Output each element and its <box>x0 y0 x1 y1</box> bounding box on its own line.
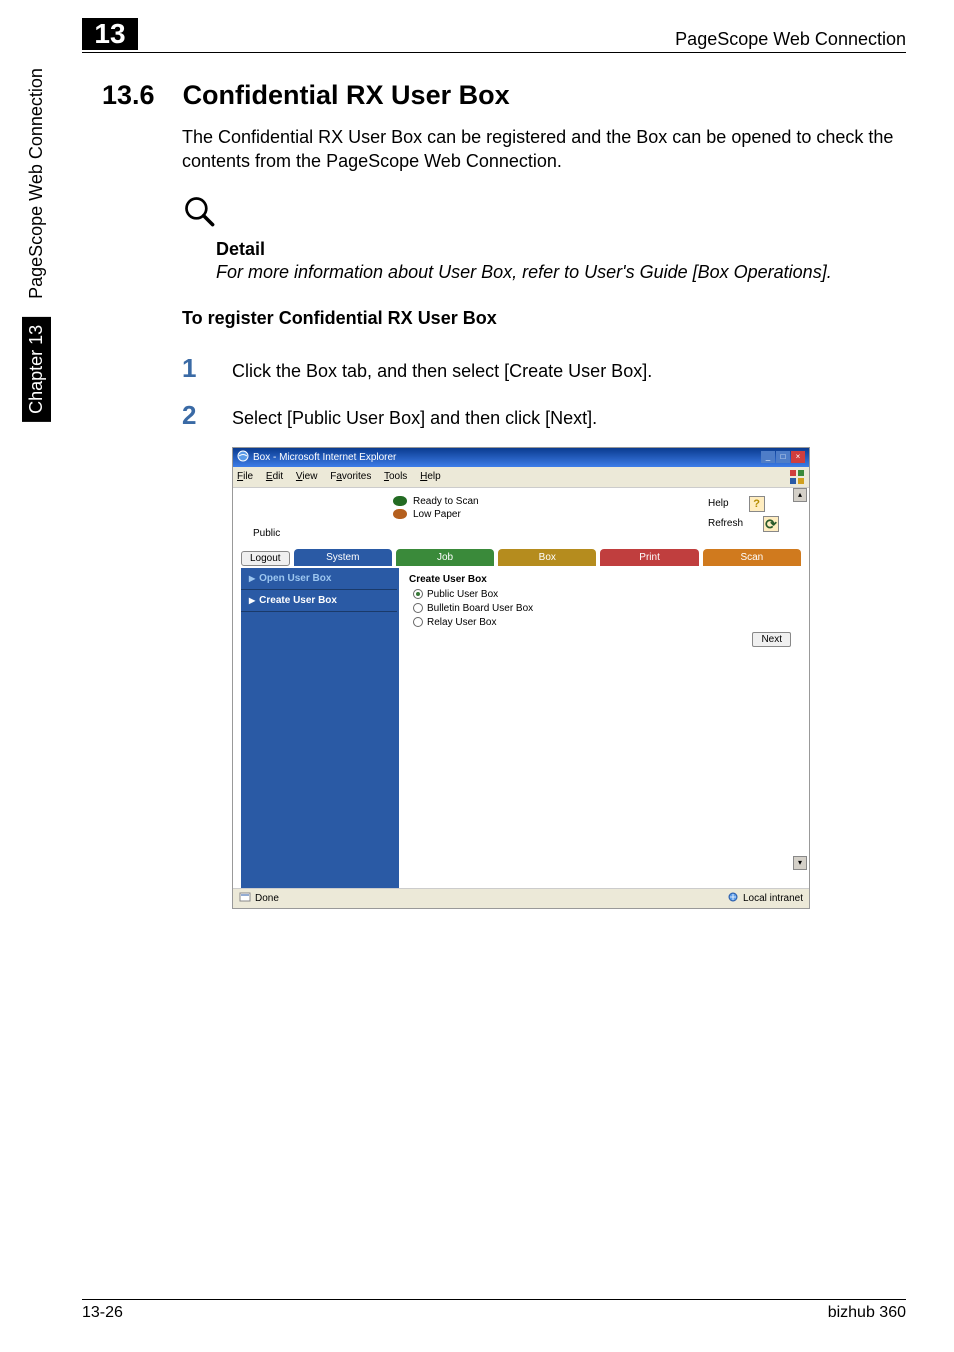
help-icon[interactable]: ? <box>749 496 765 512</box>
radio-public-label: Public User Box <box>427 589 498 600</box>
radio-selected-icon <box>413 589 423 599</box>
tab-row: Logout System Job Box Print Scan <box>241 549 801 566</box>
close-button[interactable]: × <box>791 451 805 463</box>
step-1: 1 Click the Box tab, and then select [Cr… <box>182 353 906 384</box>
radio-bulletin-user-box[interactable]: Bulletin Board User Box <box>413 603 791 614</box>
page-header: 13 PageScope Web Connection <box>82 18 906 53</box>
radio-relay-label: Relay User Box <box>427 617 496 628</box>
tab-scan[interactable]: Scan <box>703 549 801 566</box>
step-2-number: 2 <box>182 400 204 431</box>
footer-product: bizhub 360 <box>828 1304 906 1322</box>
menu-edit[interactable]: Edit <box>266 471 283 482</box>
nav-open-label: Open User Box <box>259 573 331 584</box>
tab-system[interactable]: System <box>294 549 392 566</box>
menu-tools[interactable]: Tools <box>384 471 407 482</box>
magnifier-icon <box>182 194 906 235</box>
intro-paragraph: The Confidential RX User Box can be regi… <box>182 125 906 174</box>
radio-public-user-box[interactable]: Public User Box <box>413 589 791 600</box>
nav-create-label: Create User Box <box>259 595 337 606</box>
menu-file[interactable]: File <box>237 471 253 482</box>
status-lowpaper-text: Low Paper <box>413 509 461 520</box>
vertical-page-label: Chapter 13 PageScope Web Connection <box>22 60 51 422</box>
detail-label: Detail <box>216 239 906 260</box>
radio-relay-user-box[interactable]: Relay User Box <box>413 617 791 628</box>
menu-help[interactable]: Help <box>420 471 441 482</box>
tab-job[interactable]: Job <box>396 549 494 566</box>
radio-bulletin-label: Bulletin Board User Box <box>427 603 533 614</box>
nav-create-user-box[interactable]: ▶ Create User Box <box>241 590 397 612</box>
low-paper-icon <box>393 509 407 519</box>
section-title-text: Confidential RX User Box <box>183 80 510 111</box>
status-intranet-text: Local intranet <box>743 893 803 904</box>
ie-app-icon <box>237 450 249 465</box>
step-2-text: Select [Public User Box] and then click … <box>232 408 597 429</box>
embedded-screenshot: Box - Microsoft Internet Explorer _ □ × … <box>232 447 810 909</box>
ie-title-bar: Box - Microsoft Internet Explorer _ □ × <box>233 448 809 467</box>
detail-text: For more information about User Box, ref… <box>216 260 906 284</box>
next-button[interactable]: Next <box>752 632 791 647</box>
page-footer: 13-26 bizhub 360 <box>82 1299 906 1322</box>
ie-window-title: Box - Microsoft Internet Explorer <box>253 452 396 463</box>
logout-button[interactable]: Logout <box>241 551 290 566</box>
footer-page-number: 13-26 <box>82 1304 123 1322</box>
help-link[interactable]: Help <box>708 498 729 509</box>
vertical-section: PageScope Web Connection <box>24 60 49 307</box>
tab-print[interactable]: Print <box>600 549 698 566</box>
section-number: 13.6 <box>102 80 155 111</box>
step-2: 2 Select [Public User Box] and then clic… <box>182 400 906 431</box>
radio-unselected-icon <box>413 603 423 613</box>
printer-ready-icon <box>393 496 407 506</box>
refresh-link[interactable]: Refresh <box>708 518 743 529</box>
status-done-text: Done <box>255 893 279 904</box>
radio-unselected-icon <box>413 617 423 627</box>
page-content-area: ▴ Ready to Scan Low Paper Help ? <box>233 488 809 888</box>
ie-logo-icon <box>789 469 805 485</box>
menu-view[interactable]: View <box>296 471 318 482</box>
status-band: Ready to Scan Low Paper Help ? Refresh ⟳ <box>233 488 809 545</box>
menu-favorites[interactable]: Favorites <box>330 471 371 482</box>
left-nav: ▶ Open User Box ▶ Create User Box <box>241 568 397 888</box>
intranet-icon <box>727 891 739 906</box>
panel-title: Create User Box <box>409 574 791 585</box>
main-panel: ▶ Open User Box ▶ Create User Box Create… <box>241 568 801 888</box>
step-1-number: 1 <box>182 353 204 384</box>
section-heading: 13.6 Confidential RX User Box <box>104 80 906 111</box>
refresh-icon[interactable]: ⟳ <box>763 516 779 532</box>
tab-box[interactable]: Box <box>498 549 596 566</box>
maximize-button[interactable]: □ <box>776 451 790 463</box>
right-content-panel: Create User Box Public User Box Bulletin… <box>397 568 801 888</box>
vertical-chapter: Chapter 13 <box>22 317 51 422</box>
sub-heading: To register Confidential RX User Box <box>182 308 906 329</box>
step-1-text: Click the Box tab, and then select [Crea… <box>232 361 652 382</box>
nav-arrow-icon: ▶ <box>249 596 255 605</box>
chapter-number: 13 <box>82 18 138 50</box>
header-title: PageScope Web Connection <box>675 29 906 50</box>
nav-open-user-box[interactable]: ▶ Open User Box <box>241 568 397 590</box>
done-icon <box>239 891 251 906</box>
nav-arrow-icon: ▶ <box>249 574 255 583</box>
detail-block: Detail For more information about User B… <box>216 239 906 284</box>
ie-menu-bar: File Edit View Favorites Tools Help <box>233 467 809 488</box>
scroll-down-button[interactable]: ▾ <box>793 856 807 870</box>
ie-status-bar: Done Local intranet <box>233 888 809 908</box>
status-ready-text: Ready to Scan <box>413 496 479 507</box>
minimize-button[interactable]: _ <box>761 451 775 463</box>
